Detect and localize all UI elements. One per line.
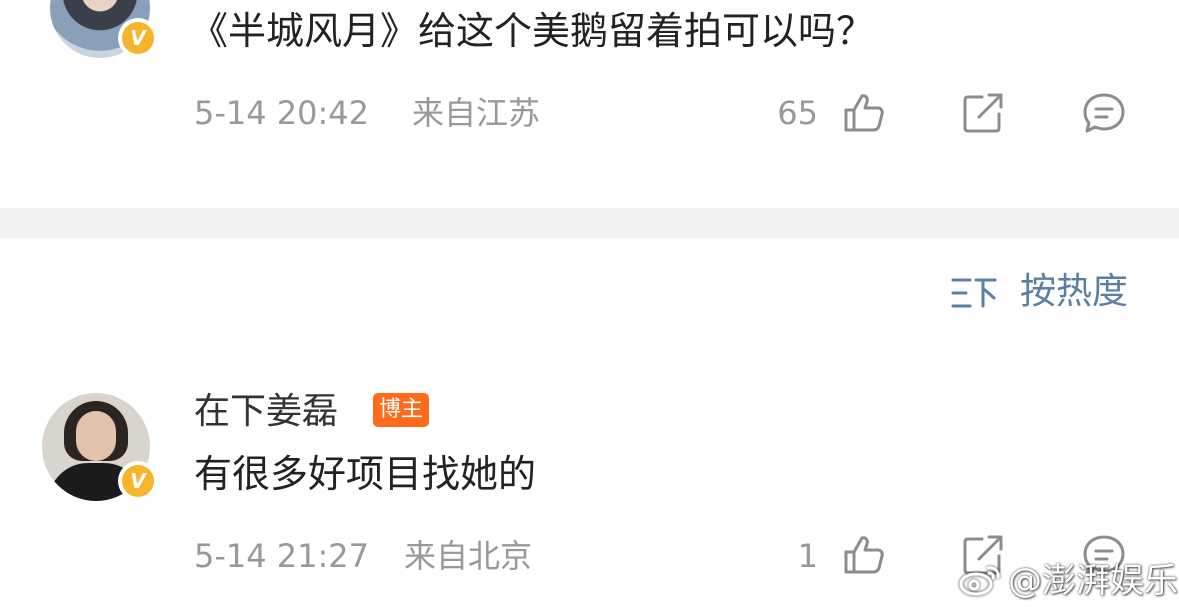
verified-badge: V	[118, 18, 158, 58]
comment-username[interactable]: 在下姜磊	[194, 394, 338, 430]
like-icon[interactable]	[842, 534, 886, 576]
avatar[interactable]: V	[42, 393, 158, 501]
verified-icon: V	[122, 465, 154, 497]
section-divider	[0, 208, 1179, 238]
avatar[interactable]: V	[50, 0, 158, 58]
like-icon[interactable]	[842, 92, 886, 134]
verified-badge: V	[118, 461, 158, 501]
verified-icon: V	[122, 22, 154, 54]
share-icon[interactable]	[962, 92, 1006, 134]
comment-location: 来自江苏	[412, 94, 541, 132]
comment-location: 来自北京	[404, 537, 533, 575]
source-watermark: @澎湃娱乐	[1008, 561, 1178, 601]
like-count: 1	[797, 537, 818, 575]
avatar-face-shape	[76, 411, 116, 461]
comment-text: 有很多好项目找她的	[194, 452, 537, 496]
sort-by-heat-button[interactable]: 按热度	[1020, 274, 1128, 310]
blogger-badge: 博主	[373, 393, 430, 427]
comment-text: 《半城风月》给这个美鹅留着拍可以吗？	[190, 9, 875, 53]
comment-icon[interactable]	[1082, 92, 1126, 134]
comment-time: 5-14 20:42	[194, 94, 370, 132]
sort-lines-icon[interactable]	[950, 276, 998, 310]
weibo-logo-icon	[958, 562, 1004, 598]
like-count: 65	[777, 94, 818, 132]
comment-time: 5-14 21:27	[194, 537, 370, 575]
